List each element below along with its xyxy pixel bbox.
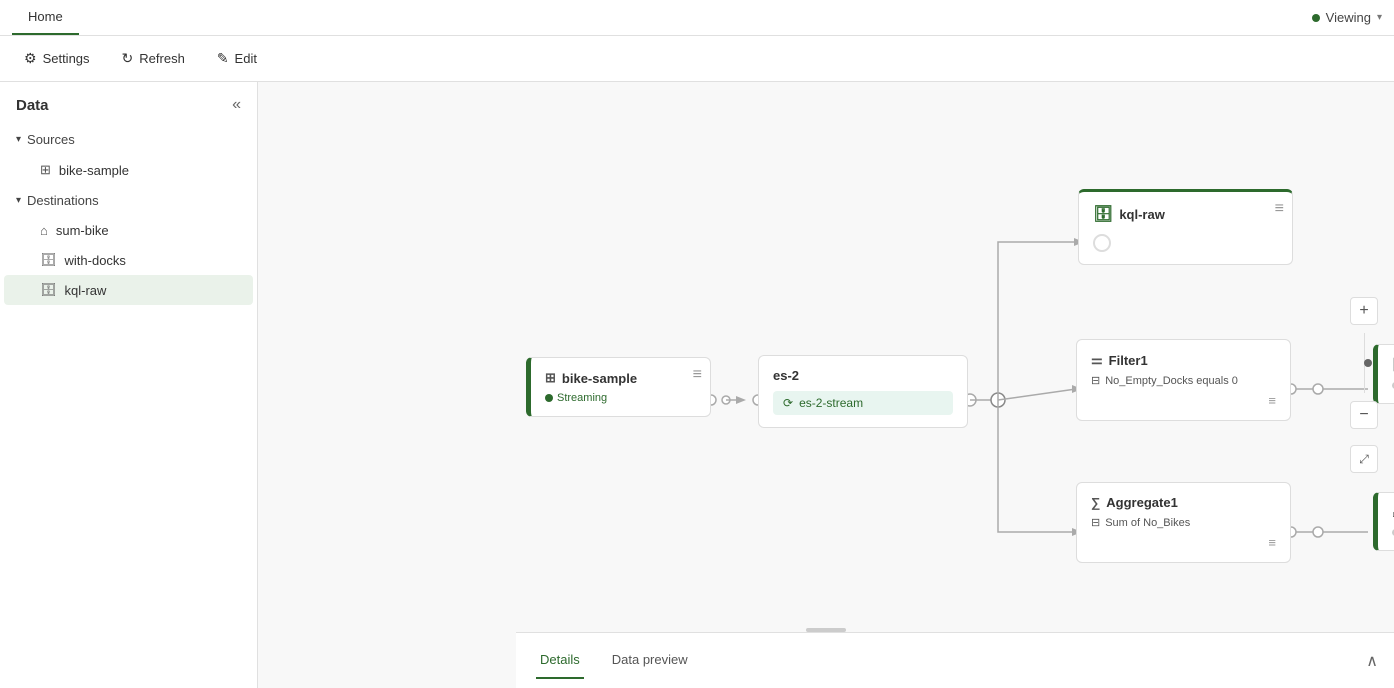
- settings-icon: ⚙: [24, 50, 37, 67]
- viewing-badge[interactable]: Viewing ▾: [1312, 10, 1382, 25]
- streaming-dot: [545, 394, 553, 402]
- main-layout: Data « ▾ Sources ⊞ bike-sample ▾ Destina…: [0, 82, 1394, 688]
- sidebar-header: Data «: [0, 82, 257, 124]
- table-icon: ⊞: [40, 162, 51, 178]
- filter1-menu-icon[interactable]: ≡: [1268, 393, 1276, 408]
- filter-condition-icon: ⊟: [1091, 374, 1100, 387]
- bottom-panel-collapse-button[interactable]: ∧: [1366, 651, 1378, 671]
- filter-icon: ⚌: [1091, 352, 1103, 368]
- aggregate1-node-title: ∑ Aggregate1: [1091, 495, 1178, 510]
- node-bike-sample[interactable]: ⊞ bike-sample ≡ Streaming: [526, 357, 711, 417]
- sidebar-item-kql-raw[interactable]: 🗄 kql-raw: [4, 275, 253, 305]
- sidebar-item-sum-bike[interactable]: ⌂ sum-bike: [4, 216, 253, 245]
- kql-loading-spinner: [1093, 234, 1111, 252]
- sidebar-item-with-docks[interactable]: 🗄 with-docks: [4, 245, 253, 275]
- edit-button[interactable]: ✎ Edit: [205, 44, 269, 73]
- sidebar-item-label: bike-sample: [59, 163, 129, 178]
- node-es2[interactable]: es-2 ⟳ es-2-stream: [758, 355, 968, 428]
- sidebar-item-label: kql-raw: [65, 283, 107, 298]
- bike-sample-node-icon: ⊞: [545, 370, 556, 386]
- home-tab[interactable]: Home: [12, 0, 79, 35]
- aggregate1-menu-icon[interactable]: ≡: [1268, 535, 1276, 550]
- zoom-in-button[interactable]: +: [1350, 297, 1378, 325]
- sum-bike-icon: ⌂: [40, 223, 48, 238]
- zoom-divider: [1364, 333, 1365, 393]
- sidebar: Data « ▾ Sources ⊞ bike-sample ▾ Destina…: [0, 82, 258, 688]
- sidebar-item-bike-sample[interactable]: ⊞ bike-sample: [4, 155, 253, 185]
- filter1-node-title: ⚌ Filter1: [1091, 352, 1148, 368]
- top-bar: Home Viewing ▾: [0, 0, 1394, 36]
- canvas-area[interactable]: ⊞ bike-sample ≡ Streaming es-2 ⟳ es-2-st…: [258, 82, 1394, 688]
- aggregate-icon: ∑: [1091, 495, 1100, 510]
- refresh-icon: ↻: [122, 50, 134, 67]
- sources-chevron: ▾: [16, 134, 21, 145]
- destinations-section-header[interactable]: ▾ Destinations: [0, 185, 257, 216]
- sidebar-title: Data: [16, 97, 49, 114]
- fit-view-button[interactable]: ⤢: [1350, 445, 1378, 473]
- sidebar-item-label: with-docks: [65, 253, 126, 268]
- zoom-out-button[interactable]: −: [1350, 401, 1378, 429]
- kql-raw-node-title: 🗄 kql-raw: [1093, 204, 1165, 224]
- settings-button[interactable]: ⚙ Settings: [12, 44, 102, 73]
- bike-sample-menu-icon[interactable]: ≡: [693, 366, 702, 384]
- toolbar: ⚙ Settings ↻ Refresh ✎ Edit: [0, 36, 1394, 82]
- aggregate-condition-icon: ⊟: [1091, 516, 1100, 529]
- node-sum-bike[interactable]: ⌂ sum-bike ≡ Created: [1373, 492, 1394, 551]
- viewing-dot: [1312, 14, 1320, 22]
- destinations-label: Destinations: [27, 193, 99, 208]
- refresh-label: Refresh: [139, 51, 185, 66]
- tab-details[interactable]: Details: [536, 642, 584, 679]
- destinations-chevron: ▾: [16, 195, 21, 206]
- es2-node-title: es-2: [773, 368, 799, 383]
- sources-section-header[interactable]: ▾ Sources: [0, 124, 257, 155]
- filter1-condition: ⊟ No_Empty_Docks equals 0: [1091, 374, 1276, 387]
- sidebar-item-label: sum-bike: [56, 223, 109, 238]
- tab-data-preview[interactable]: Data preview: [608, 642, 692, 679]
- aggregate1-condition: ⊟ Sum of No_Bikes: [1091, 516, 1276, 529]
- edit-icon: ✎: [217, 50, 229, 67]
- bike-sample-node-title: ⊞ bike-sample: [545, 370, 637, 386]
- viewing-chevron: ▾: [1377, 12, 1382, 23]
- kql-raw-node-icon: 🗄: [1093, 204, 1113, 224]
- refresh-button[interactable]: ↻ Refresh: [110, 44, 197, 73]
- sidebar-collapse-button[interactable]: «: [232, 96, 241, 114]
- bottom-panel: Details Data preview ∧: [516, 632, 1394, 688]
- bike-sample-subtitle: Streaming: [545, 392, 696, 404]
- zoom-controls: + − ⤢: [1350, 297, 1378, 473]
- node-kql-raw[interactable]: 🗄 kql-raw ≡: [1078, 189, 1293, 265]
- es2-stream-icon: ⟳: [783, 396, 793, 410]
- kql-raw-icon: 🗄: [40, 282, 57, 298]
- viewing-label: Viewing: [1326, 10, 1371, 25]
- with-docks-icon: 🗄: [40, 252, 57, 268]
- node-filter1[interactable]: ⚌ Filter1 ⊟ No_Empty_Docks equals 0 ≡: [1076, 339, 1291, 421]
- es2-stream: ⟳ es-2-stream: [773, 391, 953, 415]
- node-aggregate1[interactable]: ∑ Aggregate1 ⊟ Sum of No_Bikes ≡: [1076, 482, 1291, 563]
- kql-raw-menu-icon[interactable]: ≡: [1275, 200, 1284, 218]
- settings-label: Settings: [43, 51, 90, 66]
- edit-label: Edit: [235, 51, 257, 66]
- sources-label: Sources: [27, 132, 75, 147]
